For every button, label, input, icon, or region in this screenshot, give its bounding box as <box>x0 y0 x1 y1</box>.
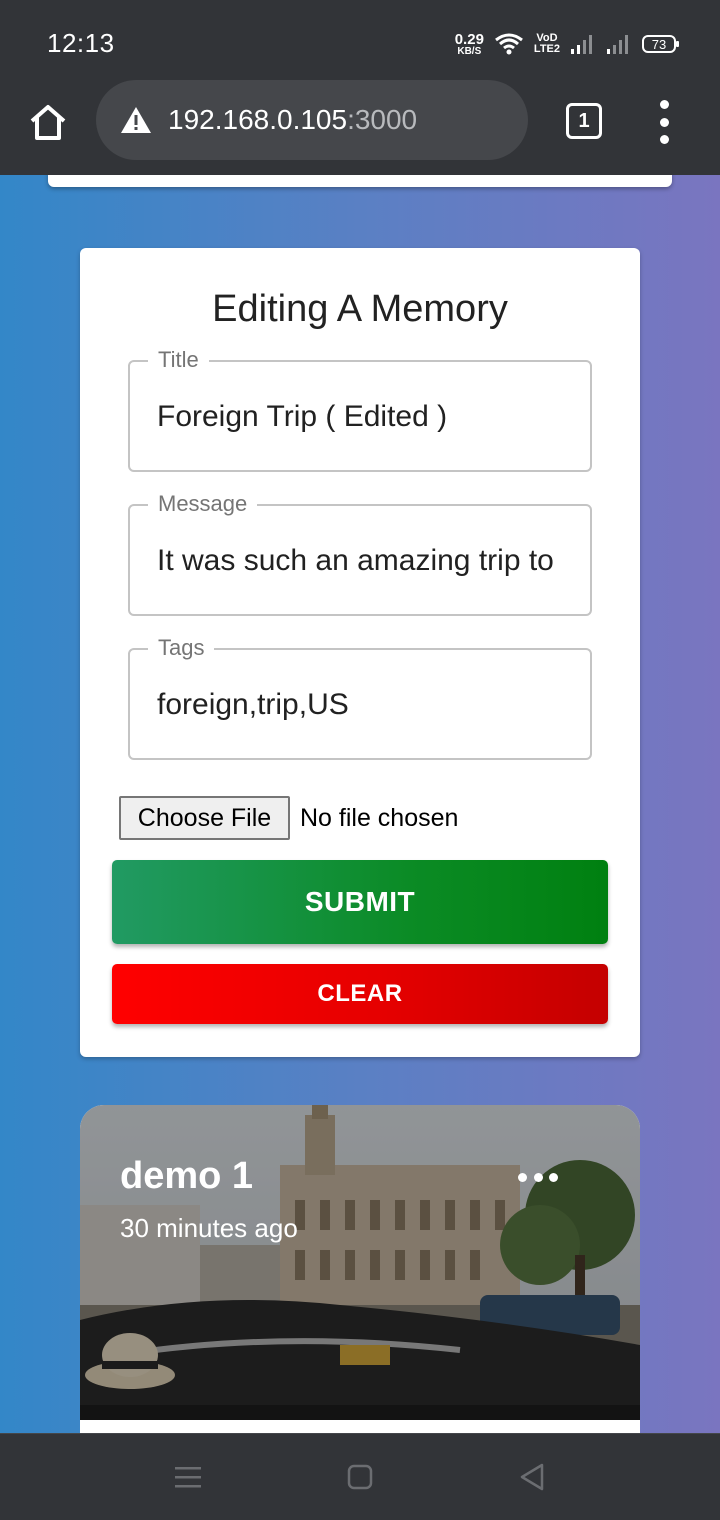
tabs-icon[interactable]: 1 <box>566 103 602 139</box>
home-icon <box>30 105 66 140</box>
tags-input[interactable]: foreign,trip,US <box>157 688 567 722</box>
url-port: :3000 <box>347 104 418 135</box>
url-host: 192.168.0.105 <box>168 104 348 135</box>
network-speed: 0.29 KB/S <box>455 32 484 57</box>
volte-bottom: LTE2 <box>533 43 560 55</box>
form-heading: Editing A Memory <box>212 288 508 330</box>
file-input: Choose File No file chosen <box>119 796 458 840</box>
more-vert-icon[interactable] <box>650 100 678 144</box>
clear-button[interactable]: CLEAR <box>112 964 608 1024</box>
submit-button[interactable]: SUBMIT <box>112 860 608 944</box>
volte-indicator: VoD LTE2 <box>534 33 560 55</box>
wifi-icon <box>495 33 523 55</box>
home-button[interactable] <box>24 98 72 146</box>
file-status: No file chosen <box>300 803 459 832</box>
signal-icon <box>607 35 628 54</box>
post-image <box>80 1105 640 1420</box>
signal-icon <box>571 35 592 54</box>
url-text[interactable]: 192.168.0.105:3000 <box>168 104 417 136</box>
home-square-icon[interactable] <box>340 1460 380 1494</box>
address-bar[interactable]: 192.168.0.105:3000 <box>96 80 528 160</box>
page-content: Editing A Memory Title Foreign Trip ( Ed… <box>0 175 720 1433</box>
system-nav-bar <box>0 1433 720 1520</box>
back-icon[interactable] <box>512 1460 552 1494</box>
network-speed-unit: KB/S <box>457 45 482 57</box>
title-label: Title <box>148 346 209 374</box>
status-icons: 0.29 KB/S VoD LTE2 73 <box>455 30 679 58</box>
title-field[interactable]: Title Foreign Trip ( Edited ) <box>128 346 592 472</box>
status-bar: 12:13 0.29 KB/S VoD LTE2 73 <box>0 0 720 80</box>
recents-icon[interactable] <box>168 1460 208 1494</box>
message-field[interactable]: Message It was such an amazing trip to <box>128 490 592 616</box>
message-label: Message <box>148 490 258 518</box>
status-time: 12:13 <box>47 28 115 58</box>
choose-file-button[interactable]: Choose File <box>119 796 290 840</box>
message-input[interactable]: It was such an amazing trip to <box>157 544 567 578</box>
post-title: demo 1 <box>120 1155 254 1197</box>
memory-form: Editing A Memory Title Foreign Trip ( Ed… <box>80 248 640 1057</box>
tab-count: 1 <box>578 109 590 132</box>
tags-label: Tags <box>148 634 215 662</box>
post-image-overlay <box>80 1105 640 1420</box>
network-speed-value: 0.29 <box>454 30 484 48</box>
more-horiz-icon[interactable] <box>518 1167 558 1187</box>
browser-toolbar: 192.168.0.105:3000 1 <box>0 80 720 175</box>
battery-icon: 73 <box>642 35 679 53</box>
post-card[interactable]: demo 1 30 minutes ago <box>80 1105 640 1433</box>
tags-field[interactable]: Tags foreign,trip,US <box>128 634 592 760</box>
warning-icon[interactable] <box>118 102 154 138</box>
post-time: 30 minutes ago <box>120 1213 298 1243</box>
previous-card <box>48 175 672 187</box>
title-input[interactable]: Foreign Trip ( Edited ) <box>157 400 567 434</box>
